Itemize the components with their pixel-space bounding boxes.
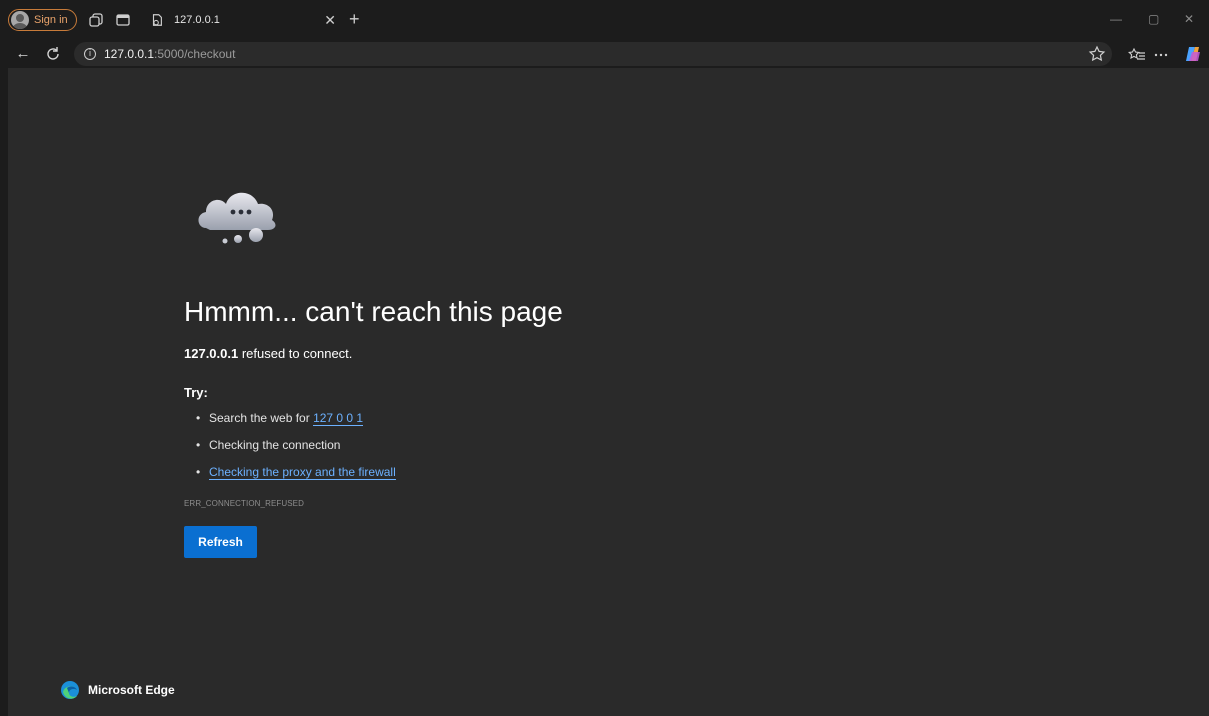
favorites-icon[interactable] xyxy=(1128,46,1146,64)
list-item: Checking the connection xyxy=(196,437,396,464)
navigation-bar: ← i 127.0.0.1:5000/checkout xyxy=(0,40,1209,68)
favorite-star-icon[interactable] xyxy=(1088,45,1106,63)
close-tab-icon[interactable]: ✕ xyxy=(324,12,336,29)
close-window-icon[interactable]: ✕ xyxy=(1184,12,1194,26)
edge-branding: Microsoft Edge xyxy=(60,680,175,700)
search-web-link[interactable]: 127 0 0 1 xyxy=(313,411,364,426)
error-subtitle: 127.0.0.1 refused to connect. xyxy=(184,346,352,361)
sign-in-button[interactable]: Sign in xyxy=(8,9,77,31)
page-title: Hmmm... can't reach this page xyxy=(184,296,563,327)
cloud-error-illustration-icon xyxy=(198,192,276,244)
more-icon[interactable] xyxy=(1152,46,1170,64)
profile-avatar-icon xyxy=(11,11,29,29)
edge-logo-icon xyxy=(61,681,79,699)
error-message: refused to connect. xyxy=(238,346,353,361)
tab-actions-icon[interactable] xyxy=(115,12,131,28)
minimize-icon[interactable]: — xyxy=(1110,12,1122,26)
site-info-icon[interactable]: i xyxy=(84,48,96,60)
error-code: ERR_CONNECTION_REFUSED xyxy=(184,499,304,508)
address-bar[interactable]: i 127.0.0.1:5000/checkout xyxy=(74,42,1112,66)
new-tab-icon[interactable]: + xyxy=(349,10,360,28)
url-path: :5000/checkout xyxy=(154,47,236,61)
proxy-firewall-link[interactable]: Checking the proxy and the firewall xyxy=(209,465,396,480)
copilot-icon[interactable] xyxy=(1183,44,1203,64)
tab-title: 127.0.0.1 xyxy=(174,14,220,26)
sign-in-label: Sign in xyxy=(34,14,68,26)
title-bar: Sign in 127.0.0.1 ✕ + — ▢ ✕ xyxy=(0,0,1209,40)
page-favicon-icon xyxy=(152,14,162,26)
list-item: Checking the proxy and the firewall xyxy=(196,464,396,491)
error-host: 127.0.0.1 xyxy=(184,346,239,361)
tab-active[interactable]: 127.0.0.1 ✕ xyxy=(142,6,344,34)
collections-icon[interactable] xyxy=(88,12,104,28)
reload-icon[interactable] xyxy=(44,45,62,63)
list-item: Search the web for 127 0 0 1 xyxy=(196,410,396,437)
back-arrow-icon[interactable]: ← xyxy=(14,45,32,63)
url-host: 127.0.0.1 xyxy=(104,47,155,61)
refresh-button[interactable]: Refresh xyxy=(184,526,257,558)
brand-name: Microsoft Edge xyxy=(88,683,175,697)
tip-search-prefix: Search the web for xyxy=(209,411,314,425)
restore-icon[interactable]: ▢ xyxy=(1148,12,1159,26)
tip-check-connection: Checking the connection xyxy=(209,438,341,452)
try-heading: Try: xyxy=(184,385,208,400)
error-page: Hmmm... can't reach this page 127.0.0.1 … xyxy=(8,68,1209,716)
suggestion-list: Search the web for 127 0 0 1 Checking th… xyxy=(196,410,396,491)
